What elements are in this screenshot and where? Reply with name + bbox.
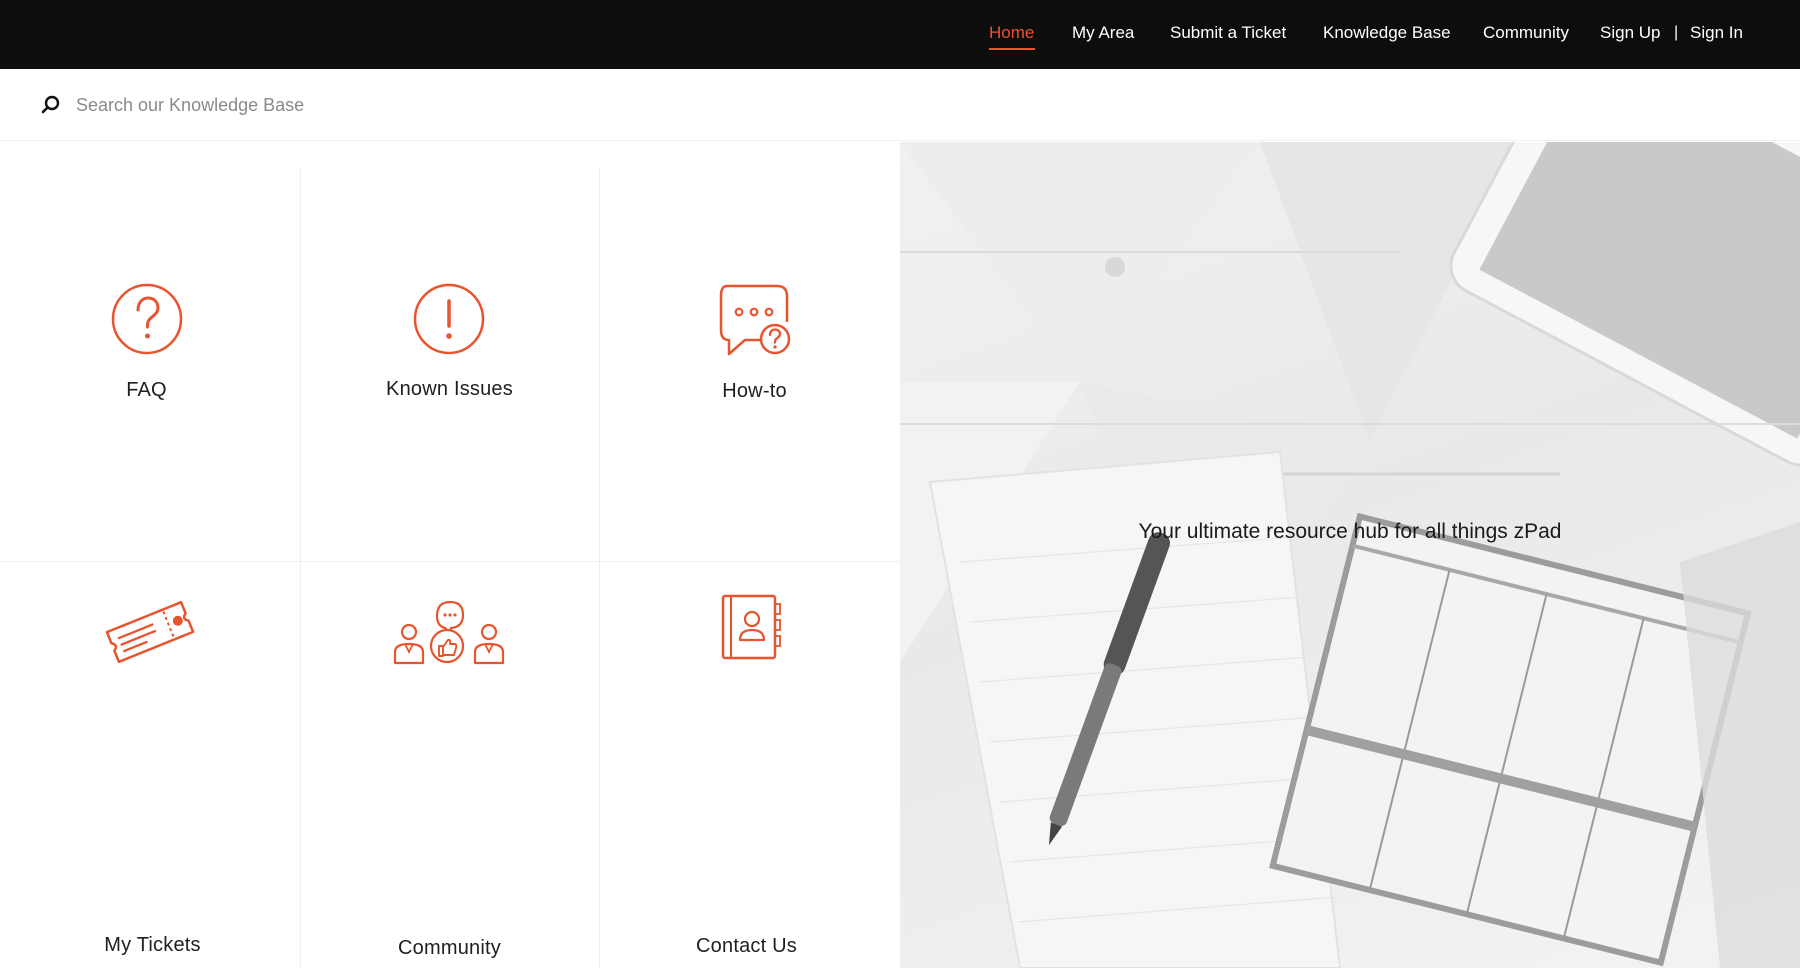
search-icon[interactable]	[40, 94, 62, 116]
tile-community[interactable]: Community	[300, 562, 599, 972]
tile-how-to[interactable]: How-to	[600, 142, 899, 552]
nav-home[interactable]: Home	[989, 22, 1034, 44]
tile-known-issues-label: Known Issues	[386, 378, 513, 400]
tile-how-to-label: How-to	[722, 380, 787, 402]
tile-faq-label: FAQ	[126, 379, 167, 401]
tile-community-label: Community	[398, 937, 501, 959]
address-book-icon	[721, 594, 781, 665]
hero-background-image	[900, 142, 1800, 968]
chat-question-icon	[719, 284, 791, 361]
hero-tagline: Your ultimate resource hub for all thing…	[1138, 520, 1562, 543]
nav-active-underline	[989, 48, 1035, 50]
nav-sign-up[interactable]: Sign Up	[1600, 22, 1660, 44]
search-input[interactable]	[76, 91, 776, 119]
top-nav-bar: Home My Area Submit a Ticket Knowledge B…	[0, 0, 1800, 69]
question-circle-icon	[111, 283, 183, 360]
tile-faq[interactable]: FAQ	[0, 142, 299, 552]
nav-community[interactable]: Community	[1483, 22, 1569, 44]
nav-sign-in[interactable]: Sign In	[1690, 22, 1743, 44]
exclamation-circle-icon	[413, 283, 485, 360]
tile-contact-us[interactable]: Contact Us	[600, 562, 899, 972]
hero-banner: Your ultimate resource hub for all thing…	[900, 142, 1800, 968]
tile-known-issues[interactable]: Known Issues	[300, 142, 599, 552]
nav-my-area[interactable]: My Area	[1072, 22, 1134, 44]
tile-my-tickets-label: My Tickets	[104, 934, 201, 956]
ticket-icon	[104, 594, 196, 675]
category-grid: FAQ Known Issues How-to My Tickets Commu…	[0, 142, 900, 968]
search-bar	[0, 69, 1800, 141]
nav-knowledge-base[interactable]: Knowledge Base	[1323, 22, 1451, 44]
nav-submit-ticket[interactable]: Submit a Ticket	[1170, 22, 1286, 44]
community-group-icon	[393, 600, 507, 671]
nav-separator: |	[1674, 24, 1679, 41]
tile-contact-us-label: Contact Us	[696, 935, 797, 957]
tile-my-tickets[interactable]: My Tickets	[0, 562, 299, 972]
